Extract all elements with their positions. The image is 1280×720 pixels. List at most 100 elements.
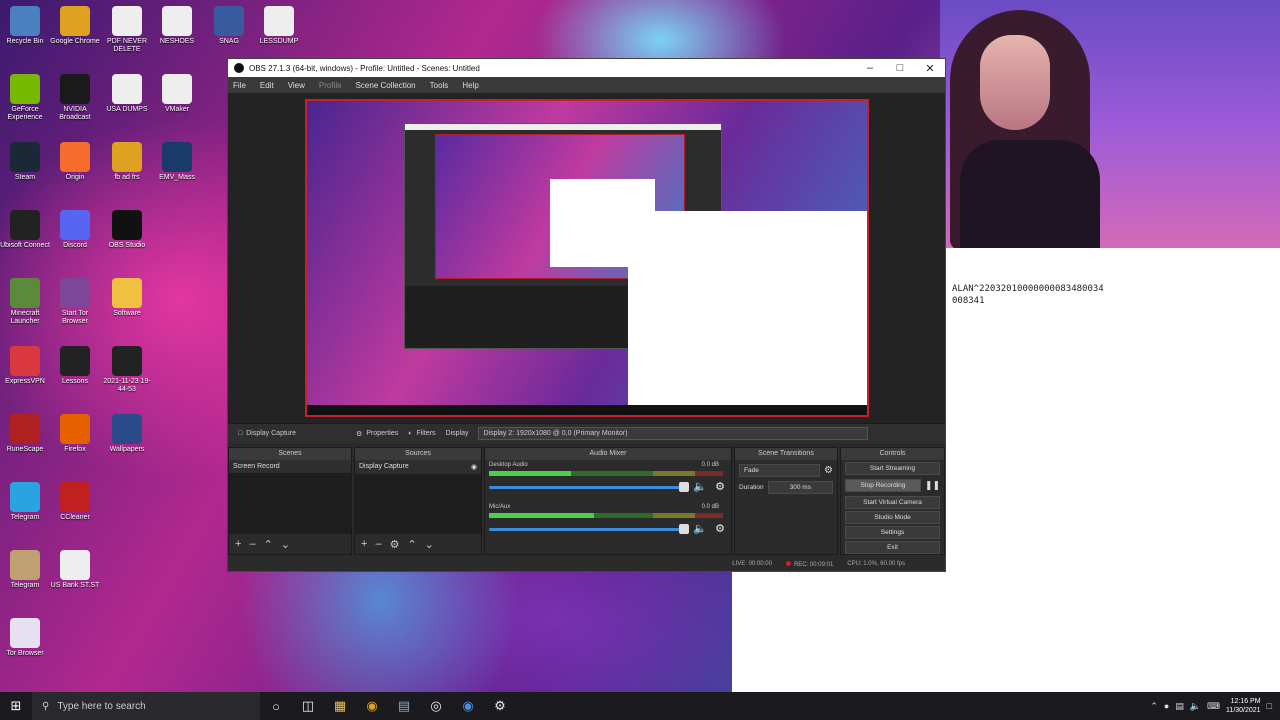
menu-tools[interactable]: Tools <box>430 81 449 90</box>
desktop-icon[interactable]: NESHOES <box>152 6 202 46</box>
desktop-icon[interactable]: VMaker <box>152 74 202 114</box>
desktop-icon[interactable]: OBS Studio <box>102 210 152 250</box>
desktop-icon[interactable]: Start Tor Browser <box>50 278 100 326</box>
desktop-icon[interactable]: PDF NEVER DELETE <box>102 6 152 54</box>
studio-mode-button[interactable]: Studio Mode <box>845 511 940 524</box>
pause-icon[interactable]: ❚❚ <box>925 480 940 491</box>
cortana-icon[interactable]: ○ <box>260 692 292 720</box>
volume-fader[interactable] <box>489 524 689 534</box>
source-item[interactable]: Display Capture ◉ <box>355 460 481 474</box>
settings-button[interactable]: Settings <box>845 526 940 539</box>
desktop-icon[interactable]: Discord <box>50 210 100 250</box>
desktop-icon[interactable]: Ubisoft Connect <box>0 210 50 250</box>
keyboard-icon[interactable]: ⌨ <box>1207 701 1220 712</box>
rec-dot-icon <box>785 560 791 566</box>
desktop-icon[interactable]: fb ad frs <box>102 142 152 182</box>
chrome-taskbar-icon[interactable]: ◉ <box>356 692 388 720</box>
desktop-icon[interactable]: Telegram <box>0 550 50 590</box>
menu-help[interactable]: Help <box>462 81 478 90</box>
speaker-icon[interactable]: 🔈 <box>693 522 707 535</box>
down-icon[interactable]: ⌄ <box>281 538 290 551</box>
display-select[interactable]: Display 2: 1920x1080 @ 0,0 (Primary Moni… <box>478 427 869 440</box>
minimize-icon[interactable]: – <box>855 62 885 75</box>
up-icon[interactable]: ⌃ <box>264 538 273 551</box>
source-display-item: □ Display Capture <box>238 430 296 437</box>
cpu-status: CPU: 1.0%, 60.00 fps <box>847 561 905 567</box>
scene-item[interactable]: Screen Record <box>229 460 351 473</box>
desktop-icon[interactable]: 2021-11-23 19-44-53 <box>102 346 152 394</box>
exit-button[interactable]: Exit <box>845 541 940 554</box>
task-view-icon[interactable]: ◫ <box>292 692 324 720</box>
desktop-icon[interactable]: Tor Browser <box>0 618 50 658</box>
start-virtual-camera-button[interactable]: Start Virtual Camera <box>845 496 940 509</box>
desktop-icon[interactable]: LESSDUMP <box>254 6 304 46</box>
mixer-channel-desktop: Desktop Audio 0.0 dB 🔈 ⚙ <box>489 462 727 498</box>
windows-start-icon[interactable]: ⊞ <box>0 692 32 720</box>
remove-icon[interactable]: – <box>249 538 255 550</box>
chrome-profile-taskbar-icon[interactable]: ◉ <box>452 692 484 720</box>
remove-icon[interactable]: – <box>375 538 381 550</box>
transition-select[interactable]: Fade <box>739 464 821 477</box>
add-icon[interactable]: + <box>235 538 241 550</box>
desktop-icon[interactable]: CCleaner <box>50 482 100 522</box>
tray-chevron-icon[interactable]: ⌃ <box>1150 701 1158 712</box>
desktop-icon[interactable]: Origin <box>50 142 100 182</box>
file-explorer-icon[interactable]: ▦ <box>324 692 356 720</box>
maximize-icon[interactable]: □ <box>885 62 915 75</box>
close-icon[interactable]: ✕ <box>915 62 945 75</box>
add-icon[interactable]: + <box>361 538 367 550</box>
visibility-eye-icon[interactable]: ◉ <box>471 463 477 471</box>
menu-profile[interactable]: Profile <box>319 81 342 90</box>
volume-icon[interactable]: 🔈 <box>1190 701 1201 712</box>
desktop-icon[interactable]: NVIDIA Broadcast <box>50 74 100 122</box>
gear-icon[interactable]: ⚙ <box>390 538 400 551</box>
fader-knob[interactable] <box>679 482 689 492</box>
desktop-icon[interactable]: USA DUMPS <box>102 74 152 114</box>
filters-button[interactable]: ◐ Filters <box>408 430 435 437</box>
desktop-icon[interactable]: Minecraft Launcher <box>0 278 50 326</box>
obs-titlebar[interactable]: OBS 27.1.3 (64-bit, windows) - Profile: … <box>228 59 945 77</box>
menu-scene-collection[interactable]: Scene Collection <box>356 81 416 90</box>
desktop-icon[interactable]: Software <box>102 278 152 318</box>
obs-preview-area[interactable] <box>228 93 945 423</box>
down-icon[interactable]: ⌄ <box>425 538 434 551</box>
settings-taskbar-icon[interactable]: ⚙ <box>484 692 516 720</box>
start-streaming-button[interactable]: Start Streaming <box>845 462 940 475</box>
desktop-icon[interactable]: GeForce Experience <box>0 74 50 122</box>
desktop-icon[interactable]: SNAG <box>204 6 254 46</box>
network-icon[interactable]: ▤ <box>1175 701 1184 712</box>
speaker-icon[interactable]: 🔈 <box>693 480 707 493</box>
desktop-icon[interactable]: Telegram <box>0 482 50 522</box>
gear-icon[interactable]: ⚙ <box>824 465 833 476</box>
gear-icon[interactable]: ⚙ <box>715 480 725 493</box>
desktop-icon[interactable]: RuneScape <box>0 414 50 454</box>
taskbar-clock[interactable]: 12:16 PM 11/30/2021 <box>1226 697 1261 715</box>
desktop-icon[interactable]: Lessons <box>50 346 100 386</box>
taskbar-search[interactable]: ⚲ Type here to search <box>32 692 260 720</box>
menu-view[interactable]: View <box>288 81 305 90</box>
desktop-icon[interactable]: Recycle Bin <box>0 6 50 46</box>
obs-taskbar-icon[interactable]: ◎ <box>420 692 452 720</box>
preview-canvas[interactable] <box>305 99 869 417</box>
properties-button[interactable]: ⚙ Properties <box>356 430 398 438</box>
gear-icon[interactable]: ⚙ <box>715 522 725 535</box>
desktop-icon[interactable]: Wallpapers <box>102 414 152 454</box>
up-icon[interactable]: ⌃ <box>407 538 416 551</box>
desktop-icon[interactable]: Google Chrome <box>50 6 100 46</box>
stop-recording-button[interactable]: Stop Recording <box>845 479 921 492</box>
desktop-icon[interactable]: Firefox <box>50 414 100 454</box>
notification-icon[interactable]: □ <box>1267 701 1272 711</box>
menu-file[interactable]: File <box>233 81 246 90</box>
fader-knob[interactable] <box>679 524 689 534</box>
notepad-taskbar-icon[interactable]: ▤ <box>388 692 420 720</box>
desktop-icon[interactable]: Steam <box>0 142 50 182</box>
file-icon <box>60 550 90 580</box>
desktop-icon[interactable]: EMV_Mass <box>152 142 202 182</box>
desktop-icon[interactable]: US Bank ST.ST <box>50 550 100 590</box>
duration-input[interactable]: 300 ms <box>767 481 833 494</box>
volume-fader[interactable] <box>489 482 689 492</box>
mic-icon[interactable]: ● <box>1164 701 1169 711</box>
desktop-icon[interactable]: ExpressVPN <box>0 346 50 386</box>
menu-edit[interactable]: Edit <box>260 81 274 90</box>
obs-window[interactable]: OBS 27.1.3 (64-bit, windows) - Profile: … <box>227 58 946 572</box>
